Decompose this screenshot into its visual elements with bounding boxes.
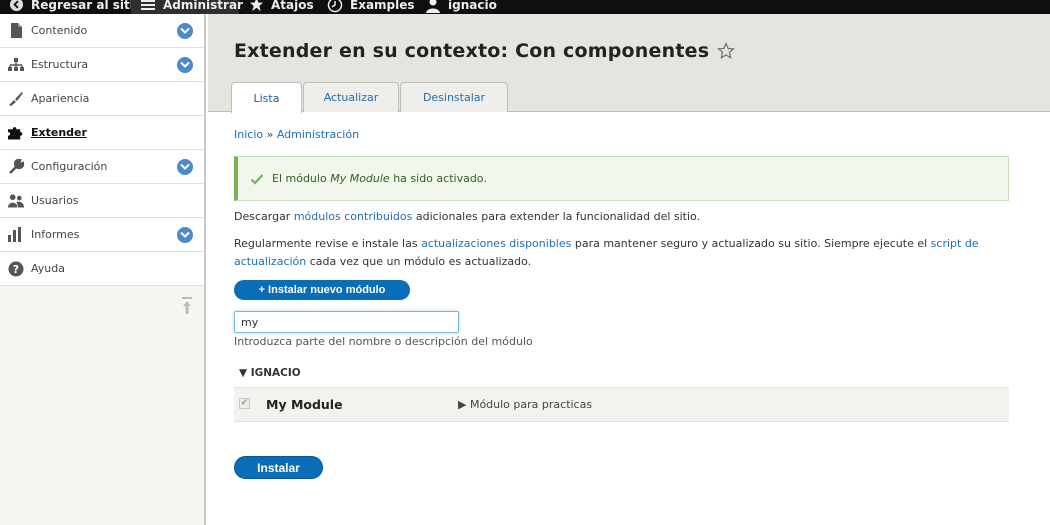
- sidebar-item-informes[interactable]: Informes: [0, 218, 204, 252]
- contributed-modules-link[interactable]: módulos contribuidos: [294, 210, 413, 223]
- sidebar-menu: Contenido Estructura Apariencia Extender: [0, 14, 204, 286]
- install-new-module-button[interactable]: + Instalar nuevo módulo: [234, 280, 410, 300]
- toolbar-examples-label: Examples: [350, 0, 415, 12]
- pin-sidebar-icon[interactable]: [181, 297, 193, 317]
- message-module-name: My Module: [330, 172, 390, 185]
- intro-paragraph-download: Descargar módulos contribuidos adicional…: [234, 210, 700, 223]
- chevron-down-icon[interactable]: [177, 23, 193, 39]
- module-enabled-checkbox: ✔: [239, 398, 250, 409]
- help-icon: ?: [8, 261, 24, 277]
- page-header: Extender en su contexto: Con componentes…: [208, 14, 1050, 113]
- svg-text:?: ?: [13, 263, 19, 276]
- sidebar-item-ayuda[interactable]: ? Ayuda: [0, 252, 204, 286]
- toolbar-manage-label: Administrar: [163, 0, 243, 12]
- sidebar-item-extender[interactable]: Extender: [0, 116, 204, 150]
- toolbar-shortcuts-label: Atajos: [271, 0, 314, 12]
- back-arrow-icon: [8, 0, 24, 13]
- sidebar-item-label: Apariencia: [31, 92, 90, 105]
- intro-text: cada vez que un módulo es actualizado.: [309, 255, 532, 268]
- chevron-down-icon[interactable]: [177, 57, 193, 73]
- paint-brush-icon: [8, 91, 24, 107]
- intro-text: Descargar: [234, 210, 291, 223]
- sidebar-item-label: Ayuda: [31, 262, 65, 275]
- module-description-toggle[interactable]: ▶ Módulo para practicas: [458, 398, 592, 411]
- intro-text: para mantener seguro y actualizado su si…: [574, 237, 928, 250]
- sidebar-item-usuarios[interactable]: Usuarios: [0, 184, 204, 218]
- tab-desinstalar[interactable]: Desinstalar: [400, 82, 508, 112]
- admin-toolbar: Regresar al sitio Administrar Atajos Exa…: [0, 0, 1050, 14]
- toolbar-shortcuts[interactable]: Atajos: [248, 0, 314, 14]
- file-icon: [8, 23, 24, 39]
- chevron-down-icon[interactable]: [177, 159, 193, 175]
- breadcrumb-admin-link[interactable]: Administración: [277, 128, 359, 141]
- breadcrumb-separator: »: [266, 128, 274, 141]
- toolbar-examples[interactable]: Examples: [327, 0, 415, 14]
- admin-sidebar: Contenido Estructura Apariencia Extender: [0, 14, 206, 525]
- breadcrumb: Inicio » Administración: [234, 128, 359, 141]
- toolbar-user-label: ignacio: [448, 0, 497, 12]
- sidebar-item-apariencia[interactable]: Apariencia: [0, 82, 204, 116]
- sitemap-icon: [8, 57, 24, 73]
- sidebar-item-label: Estructura: [31, 58, 89, 71]
- primary-tabs: Lista Actualizar Desinstalar: [231, 82, 509, 113]
- star-icon[interactable]: [717, 42, 736, 60]
- star-icon: [248, 0, 264, 13]
- checkmark-icon: [250, 172, 264, 186]
- intro-text: adicionales para extender la funcionalid…: [415, 210, 701, 223]
- users-icon: [8, 193, 24, 209]
- install-button[interactable]: Instalar: [234, 456, 323, 479]
- module-row: ✔ My Module ▶ Módulo para practicas: [234, 387, 1009, 422]
- message-suffix: ha sido activado.: [393, 172, 487, 185]
- page-title-text: Extender en su contexto: Con componentes: [234, 40, 710, 62]
- tab-lista[interactable]: Lista: [231, 82, 302, 113]
- chevron-down-icon[interactable]: [177, 227, 193, 243]
- tab-actualizar[interactable]: Actualizar: [303, 82, 399, 112]
- breadcrumb-home-link[interactable]: Inicio: [234, 128, 263, 141]
- module-name: My Module: [266, 397, 343, 412]
- sidebar-item-contenido[interactable]: Contenido: [0, 14, 204, 48]
- user-icon: [425, 0, 441, 13]
- clock-icon: [327, 0, 343, 13]
- status-message: El módulo My Module ha sido activado.: [234, 156, 1009, 201]
- sidebar-item-label: Usuarios: [31, 194, 79, 207]
- sidebar-item-label: Configuración: [31, 160, 108, 173]
- wrench-icon: [8, 158, 24, 175]
- sidebar-item-label: Informes: [31, 228, 80, 241]
- puzzle-icon: [8, 125, 24, 141]
- toolbar-user[interactable]: ignacio: [425, 0, 497, 14]
- toolbar-manage[interactable]: Administrar: [131, 0, 243, 14]
- sidebar-item-label: Extender: [31, 126, 87, 139]
- sidebar-item-configuracion[interactable]: Configuración: [0, 150, 204, 184]
- menu-icon: [140, 0, 156, 13]
- toolbar-back-label: Regresar al sitio: [31, 0, 143, 12]
- module-filter-input[interactable]: [234, 311, 459, 333]
- toolbar-back-to-site[interactable]: Regresar al sitio: [8, 0, 142, 14]
- message-prefix: El módulo: [272, 172, 327, 185]
- intro-text: Regularmente revise e instale las: [234, 237, 418, 250]
- sidebar-item-label: Contenido: [31, 24, 88, 37]
- available-updates-link[interactable]: actualizaciones disponibles: [421, 237, 571, 250]
- bar-chart-icon: [8, 227, 24, 243]
- sidebar-item-estructura[interactable]: Estructura: [0, 48, 204, 82]
- package-toggle[interactable]: ▼ IGNACIO: [239, 367, 301, 379]
- intro-paragraph-updates: Regularmente revise e instale las actual…: [234, 235, 1010, 271]
- page-title: Extender en su contexto: Con componentes: [234, 40, 736, 62]
- filter-description: Introduzca parte del nombre o descripció…: [234, 335, 533, 348]
